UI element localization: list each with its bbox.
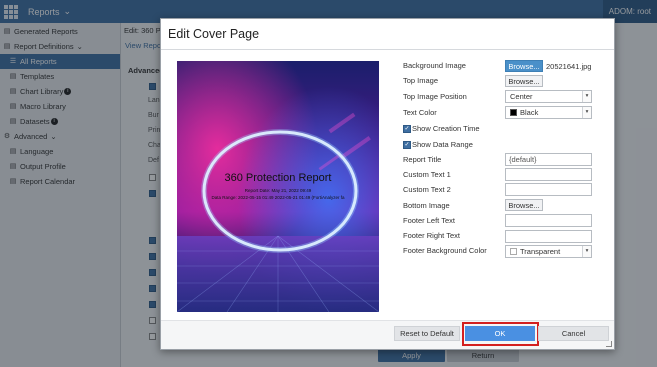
top-image-browse-button[interactable]: Browse... xyxy=(505,75,543,87)
footer-right-text-label: Footer Right Text xyxy=(403,231,460,240)
resize-handle-icon[interactable] xyxy=(606,341,612,347)
select-value: Transparent xyxy=(520,247,561,256)
text-color-label: Text Color xyxy=(403,108,437,117)
footer-background-color-label: Footer Background Color xyxy=(403,246,487,255)
cover-background-image xyxy=(177,61,379,312)
custom-text-1-label: Custom Text 1 xyxy=(403,170,451,179)
divider xyxy=(161,49,614,50)
report-title-input[interactable]: {default} xyxy=(505,153,592,166)
text-color-select[interactable]: Black ▾ xyxy=(505,106,592,119)
cover-preview: 360 Protection Report Report Date: May 2… xyxy=(177,61,379,312)
checkmark-icon: ✓ xyxy=(403,124,411,133)
show-creation-time-checkbox[interactable]: ✓ Show Creation Time xyxy=(403,124,480,133)
checkmark-icon: ✓ xyxy=(403,140,411,149)
select-value: Black xyxy=(520,108,539,117)
footer-right-text-input[interactable] xyxy=(505,230,592,243)
cover-report-date: Report Date: May 21, 2022 09:49 xyxy=(244,188,312,193)
top-image-position-label: Top Image Position xyxy=(403,92,467,101)
edit-cover-page-dialog: Edit Cover Page 360 Protection Report Re… xyxy=(160,18,615,350)
caret-down-icon: ▾ xyxy=(582,107,591,118)
cover-title: 360 Protection Report xyxy=(224,172,332,184)
cancel-button[interactable]: Cancel xyxy=(538,326,609,341)
bottom-image-browse-button[interactable]: Browse... xyxy=(505,199,543,211)
top-image-position-select[interactable]: Center ▾ xyxy=(505,90,592,103)
cover-data-range: Data Range: 2022-05-15 01:49 2022-05-21 … xyxy=(211,195,345,200)
custom-text-2-input[interactable] xyxy=(505,183,592,196)
footer-left-text-label: Footer Left Text xyxy=(403,216,455,225)
background-image-filename: 20521641.jpg xyxy=(546,62,592,71)
background-image-label: Background Image xyxy=(403,61,466,70)
show-data-range-checkbox[interactable]: ✓ Show Data Range xyxy=(403,140,473,149)
footer-left-text-input[interactable] xyxy=(505,214,592,227)
select-value: Center xyxy=(510,92,533,101)
caret-down-icon: ▾ xyxy=(582,91,591,102)
dialog-title: Edit Cover Page xyxy=(168,27,260,41)
color-swatch xyxy=(510,248,517,255)
checkbox-label: Show Creation Time xyxy=(412,124,480,133)
background-image-browse-button[interactable]: Browse... xyxy=(505,60,543,72)
reset-to-default-button[interactable]: Reset to Default xyxy=(394,326,460,341)
color-swatch xyxy=(510,109,517,116)
top-image-label: Top Image xyxy=(403,76,439,85)
checkbox-label: Show Data Range xyxy=(412,140,473,149)
footer-background-color-select[interactable]: Transparent ▾ xyxy=(505,245,592,258)
custom-text-2-label: Custom Text 2 xyxy=(403,185,451,194)
ok-button-highlight xyxy=(462,322,539,346)
custom-text-1-input[interactable] xyxy=(505,168,592,181)
bottom-image-label: Bottom Image xyxy=(403,201,450,210)
caret-down-icon: ▾ xyxy=(582,246,591,257)
report-title-label: Report Title xyxy=(403,155,442,164)
